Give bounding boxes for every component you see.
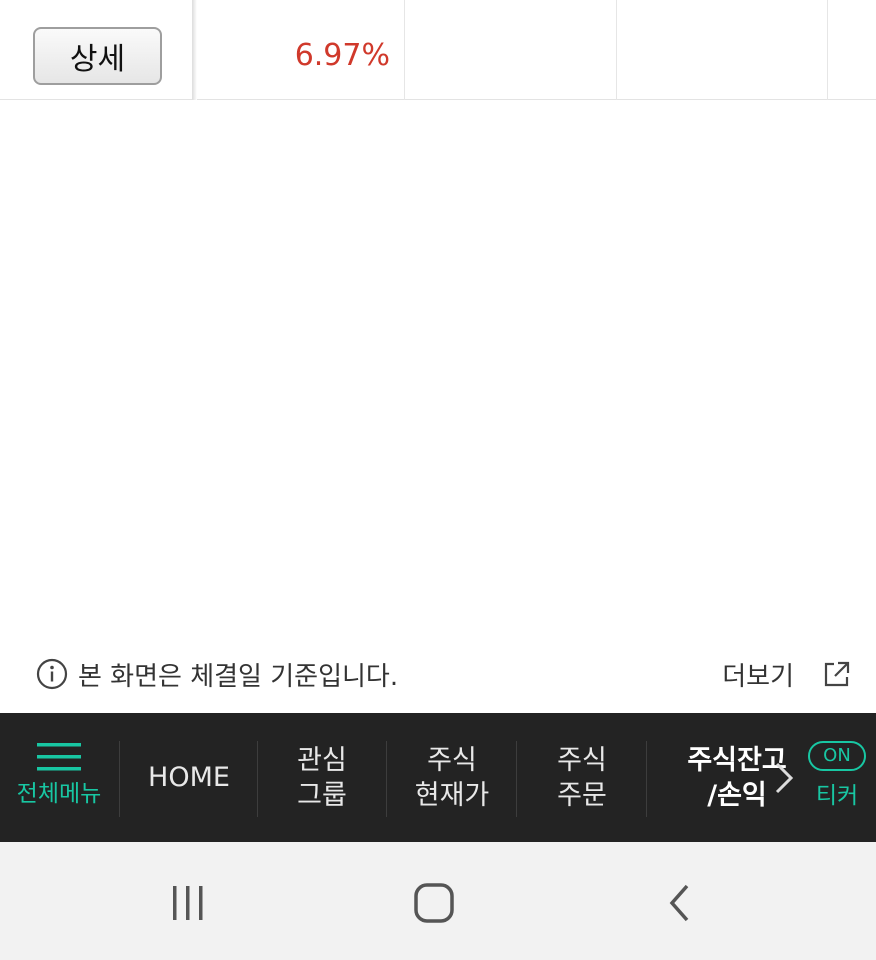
nav-watch-group-line1: 관심: [297, 744, 347, 776]
all-menu-label: 전체메뉴: [16, 781, 102, 807]
screen: 상세 6.97% 본 화면은 체결일 기준입니다. 더보기 전체메뉴 HOME …: [0, 0, 876, 960]
more-link[interactable]: 더보기: [722, 654, 852, 694]
notice-text: 본 화면은 체결일 기준입니다.: [78, 661, 399, 692]
nav-stock-balance-line1: 주식잔고: [687, 744, 787, 776]
nav-divider: [646, 741, 647, 817]
nav-stock-price[interactable]: 주식 현재가: [388, 713, 516, 842]
nav-stock-order-line2: 주문: [557, 779, 607, 811]
nav-divider: [386, 741, 387, 817]
nav-divider: [516, 741, 517, 817]
ticker-label: 티커: [815, 783, 859, 809]
nav-stock-order[interactable]: 주식 주문: [518, 713, 646, 842]
ticker-toggle[interactable]: ON 티커: [806, 713, 868, 842]
nav-divider: [119, 741, 120, 817]
back-icon[interactable]: [655, 882, 705, 924]
nav-home[interactable]: HOME: [122, 713, 256, 842]
bottom-nav: 전체메뉴 HOME 관심 그룹 주식 현재가 주식 주문 주식잔고 /손익 ON…: [0, 713, 876, 842]
all-menu-button[interactable]: 전체메뉴: [8, 713, 110, 842]
more-label: 더보기: [722, 661, 794, 692]
chevron-right-icon[interactable]: [773, 761, 795, 795]
rate-value: 6.97%: [294, 38, 390, 73]
detail-button[interactable]: 상세: [33, 27, 162, 85]
nav-stock-order-line1: 주식: [557, 744, 607, 776]
nav-watch-group[interactable]: 관심 그룹: [258, 713, 386, 842]
system-nav-bar: [0, 842, 876, 960]
hamburger-icon: [37, 743, 81, 771]
column-divider: [827, 0, 828, 100]
column-divider: [616, 0, 617, 100]
nav-home-label: HOME: [148, 762, 230, 793]
recent-apps-icon[interactable]: [163, 882, 213, 924]
table-row: 상세 6.97%: [0, 0, 876, 100]
nav-watch-group-line2: 그룹: [297, 779, 347, 811]
column-divider: [404, 0, 405, 100]
nav-stock-price-line1: 주식: [427, 744, 477, 776]
nav-stock-price-line2: 현재가: [414, 779, 490, 811]
home-icon[interactable]: [409, 882, 459, 924]
ticker-on-badge: ON: [808, 741, 866, 771]
notice: 본 화면은 체결일 기준입니다.: [36, 654, 398, 694]
external-link-icon: [824, 661, 850, 687]
info-icon: [36, 658, 68, 690]
nav-stock-balance-line2: /손익: [707, 779, 767, 811]
column-divider: [192, 0, 197, 100]
